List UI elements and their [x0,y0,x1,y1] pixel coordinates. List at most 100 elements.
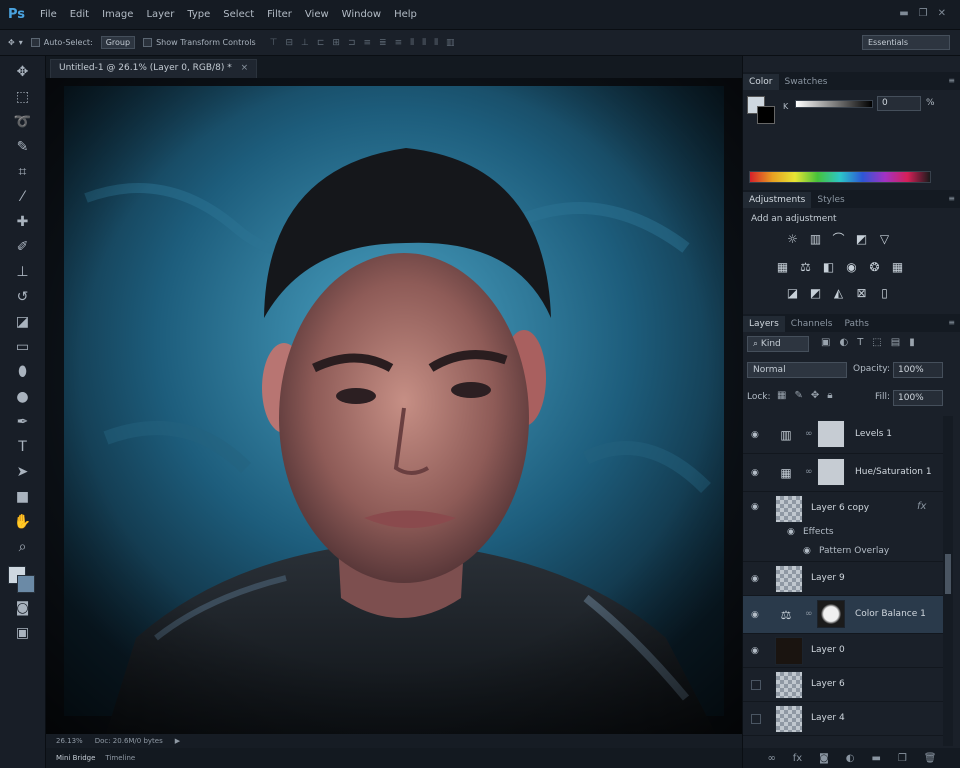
filter-pixel-icon[interactable]: ▣ [821,337,830,348]
align-top-icon[interactable]: ⊤ [270,38,278,48]
restore-icon[interactable]: ❐ [919,8,928,19]
auto-select-option[interactable]: Auto-Select: [30,38,93,47]
align-right-icon[interactable]: ⊐ [348,38,356,48]
effects-eye-icon[interactable]: ◉ [787,527,795,537]
layers-scrollbar-thumb[interactable] [945,554,951,594]
tab-swatches[interactable]: Swatches [779,74,834,90]
dodge-tool-icon[interactable]: ● [12,388,34,406]
type-tool-icon[interactable]: T [12,438,34,456]
healing-brush-tool-icon[interactable]: ✚ [12,213,34,231]
menu-edit[interactable]: Edit [70,9,89,20]
filter-toggle-icon[interactable]: ▮ [909,337,915,348]
clone-stamp-tool-icon[interactable]: ⊥ [12,263,34,281]
distribute-right-icon[interactable]: ⦀ [434,38,438,48]
link-icon[interactable]: ∞ [805,609,813,619]
layer-row[interactable]: Layer 4 [743,702,943,736]
curves-icon[interactable]: ⌒ [831,232,846,247]
layer-row[interactable]: ◉ ▥ ∞ Levels 1 [743,416,943,454]
menu-image[interactable]: Image [102,9,133,20]
opacity-input[interactable]: 100% [893,362,943,378]
link-layers-icon[interactable]: ∞ [767,753,775,764]
gradient-map-icon[interactable]: ▯ [877,286,892,301]
visibility-toggle-empty[interactable] [751,680,761,690]
lock-transparent-icon[interactable]: ▦ [777,390,786,401]
tab-adjustments[interactable]: Adjustments [743,192,812,208]
visibility-eye-icon[interactable]: ◉ [751,468,761,478]
blur-tool-icon[interactable]: ⬮ [12,363,34,381]
visibility-eye-icon[interactable]: ◉ [751,430,761,440]
quick-mask-icon[interactable]: ◙ [12,599,34,617]
auto-align-icon[interactable]: ▥ [446,38,455,48]
color-panel-swatches[interactable] [747,96,775,124]
delete-layer-icon[interactable]: 🗑︎ [924,753,937,764]
path-selection-tool-icon[interactable]: ➤ [12,463,34,481]
color-lookup-icon[interactable]: ▦ [890,260,905,275]
tab-timeline[interactable]: Timeline [105,754,135,762]
layer-mask-thumbnail[interactable] [817,600,845,628]
layer-mask-thumbnail[interactable] [817,458,845,486]
add-layer-style-icon[interactable]: fx [793,753,802,764]
background-color-swatch[interactable] [16,575,35,593]
document-canvas[interactable] [46,78,742,734]
k-channel-slider[interactable] [795,100,873,108]
tab-channels[interactable]: Channels [785,316,839,332]
eyedropper-tool-icon[interactable]: ⁄ [12,188,34,206]
close-tab-icon[interactable]: × [241,63,249,73]
color-chips[interactable] [7,566,38,593]
lock-pixels-icon[interactable]: ✎ [794,390,802,401]
layer-row[interactable]: ◉ ⚖ ∞ Color Balance 1 [743,596,943,634]
menu-filter[interactable]: Filter [267,9,292,20]
show-transform-checkbox[interactable] [143,38,153,47]
distribute-left-icon[interactable]: ⦀ [410,38,414,48]
gradient-tool-icon[interactable]: ▭ [12,338,34,356]
k-channel-input[interactable]: 0 [877,96,921,111]
panel-menu-icon[interactable]: ≡ [948,318,955,327]
menu-file[interactable]: File [40,9,57,20]
hand-tool-icon[interactable]: ✋ [12,513,34,531]
menu-layer[interactable]: Layer [146,9,174,20]
visibility-eye-icon[interactable]: ◉ [751,610,761,620]
status-arrow-icon[interactable]: ▶ [175,737,180,745]
layer-mask-thumbnail[interactable] [817,420,845,448]
filter-adjustment-icon[interactable]: ◐ [839,337,848,348]
align-middle-icon[interactable]: ⊟ [285,38,293,48]
new-layer-icon[interactable]: ❐ [898,753,907,764]
black-white-icon[interactable]: ◧ [821,260,836,275]
background-color-swatch[interactable] [757,106,775,124]
marquee-tool-icon[interactable]: ⬚ [12,88,34,106]
layer-row[interactable]: ◉ Layer 9 [743,562,943,596]
tab-styles[interactable]: Styles [811,192,850,208]
channel-mixer-icon[interactable]: ❂ [867,260,882,275]
tab-layers[interactable]: Layers [743,316,785,332]
lock-position-icon[interactable]: ✥ [811,390,819,401]
workspace-dropdown[interactable]: Essentials [862,35,950,50]
tab-paths[interactable]: Paths [838,316,874,332]
visibility-eye-icon[interactable]: ◉ [751,574,761,584]
layer-filter-kind-dropdown[interactable]: ⌕ Kind [747,336,809,352]
photo-filter-icon[interactable]: ◉ [844,260,859,275]
posterize-icon[interactable]: ◩ [808,286,823,301]
layer-row[interactable]: ◉ ▦ ∞ Hue/Saturation 1 [743,454,943,492]
menu-help[interactable]: Help [394,9,417,20]
pen-tool-icon[interactable]: ✒ [12,413,34,431]
show-transform-option[interactable]: Show Transform Controls [143,38,256,47]
distribute-center-icon[interactable]: ⦀ [422,38,426,48]
lock-all-icon[interactable]: 🔒︎ [827,390,832,401]
crop-tool-icon[interactable]: ⌗ [12,163,34,181]
minimize-icon[interactable]: ▬ [899,8,908,19]
auto-select-checkbox[interactable] [30,38,40,47]
menu-window[interactable]: Window [342,9,381,20]
color-spectrum-ramp[interactable] [749,171,931,183]
filter-type-icon[interactable]: T [857,337,863,348]
zoom-tool-icon[interactable]: ⌕ [12,538,34,556]
align-left-icon[interactable]: ⊏ [317,38,325,48]
add-mask-icon[interactable]: ◙ [819,753,829,764]
blend-mode-dropdown[interactable]: Normal [747,362,847,378]
doc-info[interactable]: Doc: 20.6M/0 bytes [95,737,163,745]
layers-scrollbar[interactable] [943,416,953,746]
quick-selection-tool-icon[interactable]: ✎ [12,138,34,156]
panel-menu-icon[interactable]: ≡ [948,76,955,85]
history-brush-tool-icon[interactable]: ↺ [12,288,34,306]
new-adjustment-layer-icon[interactable]: ◐ [846,753,855,764]
tab-color[interactable]: Color [743,74,779,90]
